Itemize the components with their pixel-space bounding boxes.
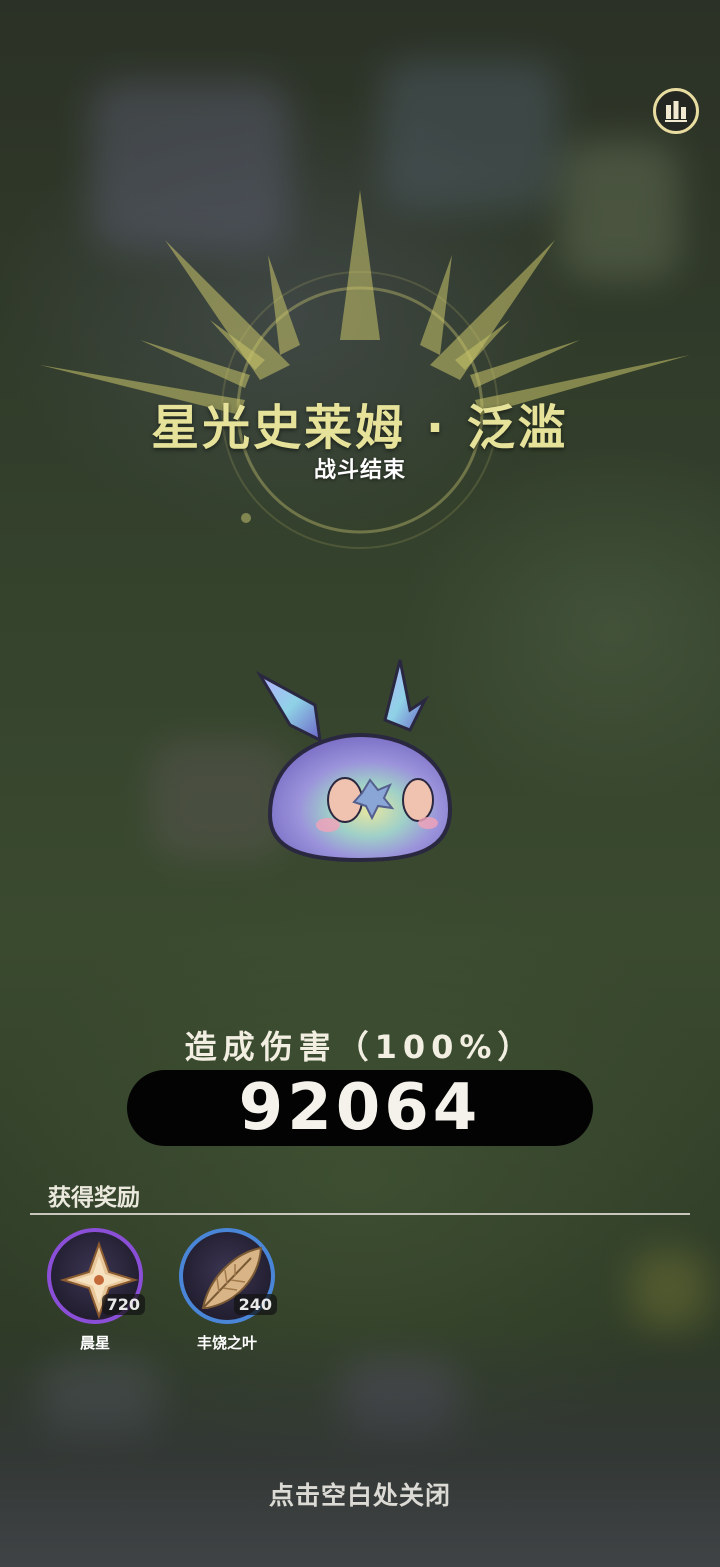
damage-value: 92064 bbox=[238, 1071, 482, 1145]
close-hint[interactable]: 点击空白处关闭 bbox=[0, 1476, 720, 1512]
rewards-heading: 获得奖励 bbox=[48, 1185, 140, 1211]
rewards-divider bbox=[30, 1213, 690, 1215]
reward-count: 720 bbox=[101, 1294, 145, 1315]
starlight-slime-illustration bbox=[255, 659, 453, 863]
reward-name: 晨星 bbox=[79, 1334, 110, 1352]
reward-item-abundance-leaf[interactable]: 240 丰饶之叶 bbox=[179, 1228, 279, 1358]
stats-button[interactable] bbox=[653, 88, 699, 134]
damage-bar: 92064 bbox=[127, 1070, 593, 1146]
reward-item-morning-star[interactable]: 720 晨星 bbox=[47, 1228, 147, 1358]
crown-emblem bbox=[40, 190, 690, 549]
reward-count: 240 bbox=[233, 1294, 277, 1315]
enemy-title: 星光史莱姆 · 泛滥 bbox=[151, 400, 569, 456]
battle-status: 战斗结束 bbox=[313, 458, 406, 483]
bottom-shade bbox=[0, 1327, 720, 1567]
bar-chart-icon bbox=[665, 101, 687, 122]
reward-name: 丰饶之叶 bbox=[196, 1334, 257, 1352]
damage-label: 造成伤害（100%） bbox=[184, 1028, 536, 1066]
